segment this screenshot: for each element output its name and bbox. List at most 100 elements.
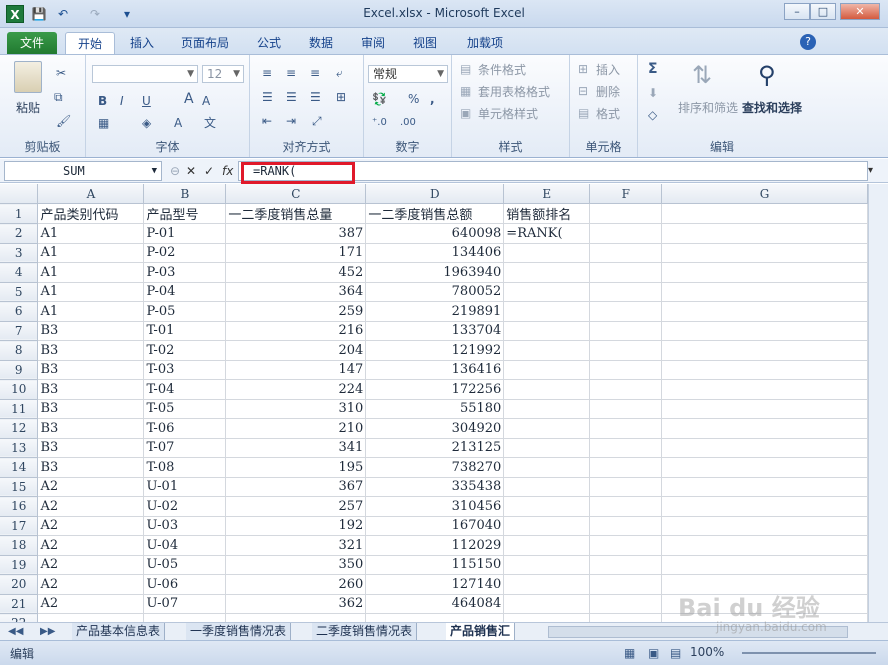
cell[interactable] bbox=[589, 262, 663, 283]
cell[interactable]: 335438 bbox=[365, 477, 505, 497]
cell[interactable]: 213125 bbox=[365, 438, 505, 458]
fill-color-icon[interactable]: ◈ bbox=[142, 115, 151, 131]
cell[interactable]: T-08 bbox=[143, 457, 227, 478]
cut-icon[interactable]: ✂ bbox=[56, 65, 66, 81]
paste-icon[interactable] bbox=[14, 61, 42, 93]
cell[interactable]: 304920 bbox=[365, 418, 505, 439]
cell[interactable] bbox=[661, 360, 868, 380]
cell[interactable]: B3 bbox=[37, 457, 145, 478]
cell[interactable] bbox=[661, 321, 868, 341]
cell[interactable]: 640098 bbox=[365, 223, 505, 244]
tab-formulas[interactable]: 公式 bbox=[248, 32, 290, 54]
cell[interactable]: 464084 bbox=[365, 594, 505, 614]
cell[interactable] bbox=[589, 594, 663, 614]
row-header[interactable]: 1 bbox=[0, 203, 39, 224]
cell[interactable]: 127140 bbox=[365, 574, 505, 595]
zoom-slider[interactable] bbox=[742, 652, 876, 654]
cell[interactable]: 310456 bbox=[365, 496, 505, 517]
cell[interactable]: 147 bbox=[225, 360, 367, 380]
tab-review[interactable]: 审阅 bbox=[352, 32, 394, 54]
cell[interactable] bbox=[503, 360, 591, 380]
cell[interactable]: 一二季度销售总量 bbox=[225, 203, 367, 224]
cell[interactable]: 738270 bbox=[365, 457, 505, 478]
row-header[interactable]: 16 bbox=[0, 496, 39, 517]
cell[interactable] bbox=[661, 555, 868, 575]
sort-filter-button[interactable]: 排序和筛选 bbox=[678, 99, 738, 116]
cell[interactable] bbox=[589, 477, 663, 497]
cell[interactable] bbox=[365, 613, 505, 622]
cell[interactable] bbox=[143, 613, 227, 622]
cell[interactable]: 216 bbox=[225, 321, 367, 341]
increase-indent-icon[interactable]: ⇥ bbox=[286, 113, 296, 129]
cell[interactable]: B3 bbox=[37, 360, 145, 380]
cell[interactable] bbox=[503, 340, 591, 361]
normal-view-icon[interactable]: ▦ bbox=[624, 645, 635, 661]
border-icon[interactable]: ▦ bbox=[98, 115, 109, 131]
cell-styles-icon[interactable]: ▣ bbox=[460, 105, 471, 121]
cell[interactable]: 销售额排名 bbox=[503, 203, 591, 224]
cell[interactable] bbox=[589, 223, 663, 244]
cell[interactable]: 321 bbox=[225, 535, 367, 556]
autosum-icon[interactable]: Σ bbox=[648, 61, 658, 77]
cell[interactable] bbox=[661, 477, 868, 497]
cell[interactable]: 一二季度销售总额 bbox=[365, 203, 505, 224]
row-header[interactable]: 20 bbox=[0, 574, 39, 595]
cell[interactable]: 364 bbox=[225, 282, 367, 302]
align-right-icon[interactable]: ☰ bbox=[310, 89, 321, 105]
cell[interactable]: 192 bbox=[225, 516, 367, 536]
select-all-corner[interactable] bbox=[0, 184, 39, 204]
tab-addins[interactable]: 加载项 bbox=[458, 32, 512, 54]
align-left-icon[interactable]: ☰ bbox=[262, 89, 273, 105]
cell[interactable]: A2 bbox=[37, 574, 145, 595]
cell[interactable] bbox=[661, 438, 868, 458]
conditional-format-icon[interactable]: ▤ bbox=[460, 61, 471, 77]
sheet-tab-active[interactable]: 产品销售汇 bbox=[446, 623, 516, 641]
sheet-nav-first-icon[interactable]: ◀◀ bbox=[8, 624, 23, 640]
row-header[interactable]: 9 bbox=[0, 360, 39, 380]
cell[interactable] bbox=[503, 379, 591, 400]
format-painter-icon[interactable]: 🖌 bbox=[56, 113, 71, 129]
cell[interactable] bbox=[661, 496, 868, 517]
row-header[interactable]: 5 bbox=[0, 282, 39, 302]
column-header-e[interactable]: E bbox=[503, 184, 591, 204]
insert-cells-button[interactable]: 插入 bbox=[596, 61, 620, 78]
percent-button[interactable]: % bbox=[408, 91, 419, 107]
increase-decimal-icon[interactable]: ⁺.0 bbox=[372, 115, 387, 131]
cell[interactable] bbox=[503, 535, 591, 556]
cell[interactable]: T-01 bbox=[143, 321, 227, 341]
conditional-format-button[interactable]: 条件格式 bbox=[478, 61, 526, 78]
cell[interactable]: 134406 bbox=[365, 243, 505, 263]
cell[interactable] bbox=[589, 438, 663, 458]
cell[interactable] bbox=[589, 360, 663, 380]
row-header[interactable]: 21 bbox=[0, 594, 39, 614]
row-header[interactable]: 18 bbox=[0, 535, 39, 556]
bold-button[interactable]: B bbox=[98, 93, 107, 109]
cell[interactable]: B3 bbox=[37, 340, 145, 361]
cell[interactable]: P-02 bbox=[143, 243, 227, 263]
format-cells-button[interactable]: 格式 bbox=[596, 105, 620, 122]
page-break-view-icon[interactable]: ▤ bbox=[670, 645, 681, 661]
cell[interactable] bbox=[589, 574, 663, 595]
merge-center-icon[interactable]: ⊞ bbox=[336, 89, 346, 105]
cell[interactable]: 171 bbox=[225, 243, 367, 263]
font-size-combo[interactable]: 12 ▼ bbox=[202, 65, 244, 83]
cell[interactable]: A1 bbox=[37, 223, 145, 244]
column-header-a[interactable]: A bbox=[37, 184, 145, 204]
delete-cells-button[interactable]: 删除 bbox=[596, 83, 620, 100]
tab-view[interactable]: 视图 bbox=[404, 32, 446, 54]
copy-icon[interactable]: ⧉ bbox=[54, 89, 63, 105]
column-header-d[interactable]: D bbox=[365, 184, 505, 204]
tab-home[interactable]: 开始 bbox=[65, 32, 115, 54]
cell[interactable] bbox=[661, 418, 868, 439]
cell[interactable]: 259 bbox=[225, 301, 367, 322]
cell[interactable] bbox=[661, 262, 868, 283]
tab-file[interactable]: 文件 bbox=[7, 32, 57, 54]
cell[interactable] bbox=[503, 496, 591, 517]
align-center-icon[interactable]: ☰ bbox=[286, 89, 297, 105]
find-select-icon[interactable]: ⚲ bbox=[758, 61, 776, 89]
cell[interactable] bbox=[589, 282, 663, 302]
cell[interactable] bbox=[503, 574, 591, 595]
cell[interactable] bbox=[589, 535, 663, 556]
align-middle-icon[interactable]: ≡ bbox=[286, 65, 296, 81]
cell[interactable] bbox=[661, 516, 868, 536]
